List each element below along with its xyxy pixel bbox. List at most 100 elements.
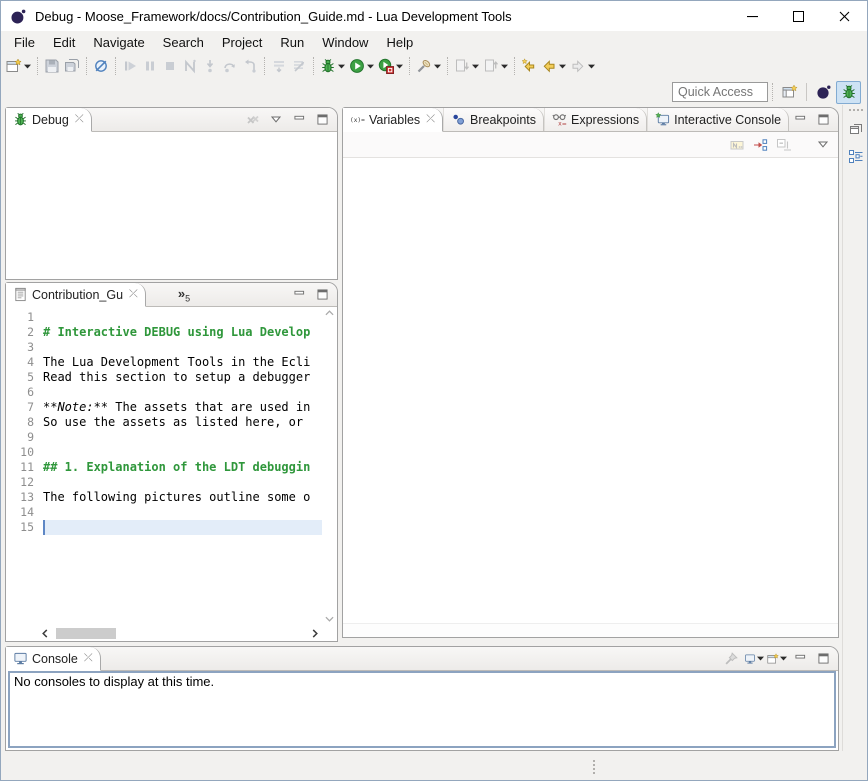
next-annotation-button: [452, 54, 481, 78]
close-window-button[interactable]: [821, 1, 867, 31]
step-into-button: [200, 54, 220, 78]
open-console-button[interactable]: [767, 649, 787, 668]
tab-contribution-guide[interactable]: Contribution_Gu ⤫: [6, 283, 146, 307]
close-icon[interactable]: ⤫: [426, 114, 435, 125]
scroll-up-icon: [325, 310, 334, 316]
dropdown-arrow-icon[interactable]: [472, 64, 479, 69]
panel-min-button[interactable]: [790, 110, 810, 129]
editor-line-9[interactable]: 9: [6, 430, 322, 445]
new-wizard-button[interactable]: [4, 54, 33, 78]
show-logical-structure-button[interactable]: [750, 135, 770, 154]
outline-view-icon[interactable]: [846, 147, 866, 167]
external-tools-button[interactable]: [414, 54, 443, 78]
panel-max-button[interactable]: [312, 285, 332, 304]
editor-line-10[interactable]: 10: [6, 445, 322, 460]
profile-button[interactable]: [376, 54, 405, 78]
editor-vertical-scrollbar[interactable]: [322, 307, 337, 625]
open-perspective-button[interactable]: [777, 81, 802, 104]
editor-line-13[interactable]: 13The following pictures outline some o: [6, 490, 322, 505]
run-button[interactable]: [347, 54, 376, 78]
minimize-window-button[interactable]: [729, 1, 775, 31]
tab-expressions[interactable]: x=Expressions: [544, 108, 647, 131]
forward-button: [568, 54, 597, 78]
panel-min-button[interactable]: [289, 110, 309, 129]
close-icon[interactable]: ⤫: [129, 289, 138, 300]
menu-navigate[interactable]: Navigate: [84, 33, 153, 52]
dropdown-arrow-icon[interactable]: [780, 656, 787, 661]
tab-variables[interactable]: (x)=Variables⤫: [343, 108, 443, 132]
editor-line-3[interactable]: 3: [6, 340, 322, 355]
dropdown-arrow-icon[interactable]: [434, 64, 441, 69]
editor-line-7[interactable]: 7**Note:** The assets that are used in: [6, 400, 322, 415]
lua-perspective-button[interactable]: [811, 81, 836, 104]
editor-horizontal-scrollbar[interactable]: [38, 625, 322, 641]
menu-file[interactable]: File: [5, 33, 44, 52]
panel-max-button[interactable]: [813, 110, 833, 129]
menu-window[interactable]: Window: [313, 33, 377, 52]
restore-view-icon[interactable]: [846, 119, 866, 139]
dropdown-arrow-icon[interactable]: [559, 64, 566, 69]
editor-line-12[interactable]: 12: [6, 475, 322, 490]
back-button[interactable]: [539, 54, 568, 78]
dropdown-arrow-icon[interactable]: [501, 64, 508, 69]
dropdown-arrow-icon[interactable]: [396, 64, 403, 69]
panel-max-button[interactable]: [813, 649, 833, 668]
menu-search[interactable]: Search: [154, 33, 213, 52]
maximize-window-button[interactable]: [775, 1, 821, 31]
debug-perspective-button[interactable]: [836, 81, 861, 104]
close-icon[interactable]: ⤫: [84, 653, 93, 664]
line-text: The Lua Development Tools in the Ecli: [43, 355, 322, 370]
skip-breakpoints-button[interactable]: [91, 54, 111, 78]
editor-line-8[interactable]: 8So use the assets as listed here, or: [6, 415, 322, 430]
dropdown-arrow-icon[interactable]: [24, 64, 31, 69]
use-step-filters-button: [289, 54, 309, 78]
panel-min-button[interactable]: [790, 649, 810, 668]
statusbar-drag-handle[interactable]: [593, 760, 595, 774]
tab-interactive-console[interactable]: Interactive Console: [647, 108, 789, 131]
editor-window-buttons: [289, 283, 337, 306]
line-text: [43, 430, 322, 445]
line-text: ## 1. Explanation of the LDT debuggin: [43, 460, 322, 475]
menu-run[interactable]: Run: [271, 33, 313, 52]
editor-line-6[interactable]: 6: [6, 385, 322, 400]
editor-line-11[interactable]: 11## 1. Explanation of the LDT debuggin: [6, 460, 322, 475]
dropdown-arrow-icon[interactable]: [338, 64, 345, 69]
line-number: 6: [6, 385, 43, 400]
save-all-button: [62, 54, 82, 78]
line-text: [43, 310, 322, 325]
line-number: 11: [6, 460, 43, 475]
tab-breakpoints[interactable]: Breakpoints: [443, 108, 544, 131]
dropdown-arrow-icon[interactable]: [757, 656, 764, 661]
editor-line-15[interactable]: 15: [6, 520, 322, 535]
hidden-editors-chevron[interactable]: »5: [178, 286, 190, 304]
dropdown-arrow-icon[interactable]: [367, 64, 374, 69]
tab-debug[interactable]: Debug ⤫: [6, 108, 92, 132]
trim-drag-handle[interactable]: [849, 109, 863, 111]
console-view-toolbar: [721, 647, 838, 670]
editor-line-14[interactable]: 14: [6, 505, 322, 520]
text-editor[interactable]: 12# Interactive DEBUG using Lua Develop3…: [6, 307, 322, 625]
view-menu-button[interactable]: [266, 110, 286, 129]
menu-project[interactable]: Project: [213, 33, 271, 52]
resume-button: [120, 54, 140, 78]
editor-line-4[interactable]: 4The Lua Development Tools in the Ecli: [6, 355, 322, 370]
dropdown-arrow-icon[interactable]: [588, 64, 595, 69]
line-text: So use the assets as listed here, or: [43, 415, 322, 430]
menu-edit[interactable]: Edit: [44, 33, 84, 52]
editor-line-2[interactable]: 2# Interactive DEBUG using Lua Develop: [6, 325, 322, 340]
panel-min-button[interactable]: [289, 285, 309, 304]
markdown-file-icon: [13, 287, 28, 302]
quick-access-input[interactable]: [672, 82, 768, 102]
close-icon[interactable]: ⤫: [75, 114, 84, 125]
svg-text:(x)=: (x)=: [350, 117, 365, 124]
scrollbar-thumb[interactable]: [56, 628, 116, 639]
editor-line-1[interactable]: 1: [6, 310, 322, 325]
editor-line-5[interactable]: 5Read this section to setup a debugger: [6, 370, 322, 385]
last-edit-location-button[interactable]: [519, 54, 539, 78]
panel-max-button[interactable]: [312, 110, 332, 129]
display-console-button[interactable]: [744, 649, 764, 668]
tab-console[interactable]: Console ⤫: [6, 647, 101, 671]
debug-bug-button[interactable]: [318, 54, 347, 78]
menu-help[interactable]: Help: [377, 33, 422, 52]
view-menu-button[interactable]: [813, 135, 833, 154]
